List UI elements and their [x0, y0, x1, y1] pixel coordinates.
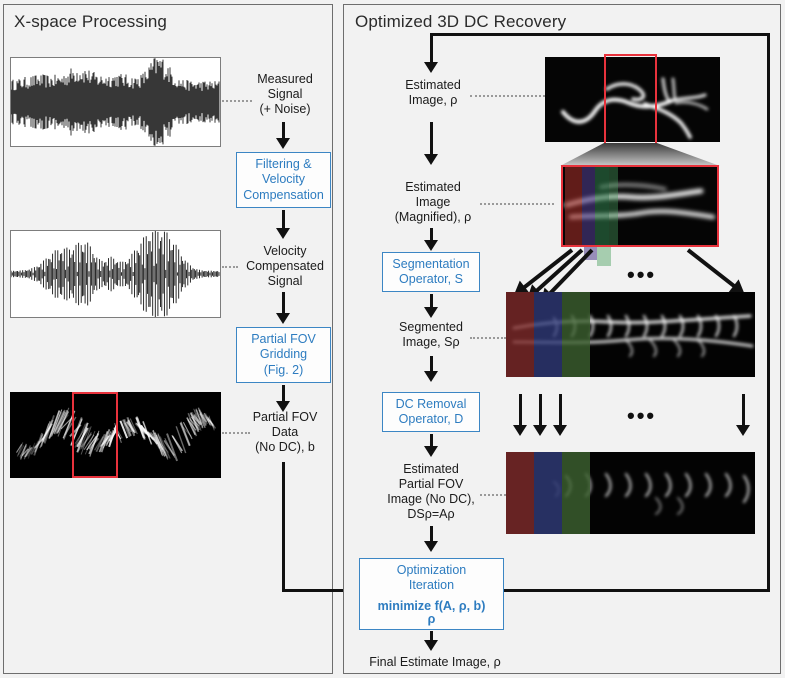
- segmented-image: [506, 292, 755, 377]
- dc-arrow-head-2: [533, 425, 547, 436]
- arrow-head-velocity-to-gridding: [276, 313, 290, 324]
- left-panel-title: X-space Processing: [14, 12, 167, 31]
- arrow-head-measured-to-filtering: [276, 138, 290, 149]
- arrow-head-dcremoval-to-estimatedpfov: [424, 446, 438, 457]
- feedback-loop-down-to-estimated: [430, 33, 433, 65]
- dc-arrow-head-last: [736, 425, 750, 436]
- arrow-head-magnified-to-segmentation: [424, 240, 438, 251]
- arrow-head-optimization-to-final: [424, 640, 438, 651]
- arrow-shaft-estimated-to-magnified: [430, 122, 433, 158]
- label-estimated-image-magnified: Estimated Image (Magnified), ρ: [394, 180, 472, 224]
- slab-arrows-ellipsis: •••: [627, 262, 657, 287]
- magnifier-trapezoid-svg: [560, 143, 720, 166]
- dotted-connector-estimated: [470, 95, 545, 97]
- optimization-line-4: ρ: [427, 612, 436, 627]
- feedback-loop-right: [767, 33, 770, 591]
- dc-arrow-shaft-3: [559, 394, 562, 429]
- figure-root: X-space Processing {} Measured Signal (+…: [0, 0, 785, 678]
- dc-arrow-shaft-1: [519, 394, 522, 429]
- dc-removed-slabs-svg: [506, 452, 755, 534]
- estimated-image-red-highlight: [604, 54, 657, 145]
- filtering-velocity-box[interactable]: Filtering & Velocity Compensation: [236, 152, 331, 208]
- arrow-head-filtering-to-velocity: [276, 228, 290, 239]
- optimization-iteration-box[interactable]: Optimization Iteration minimize f(A, ρ, …: [359, 558, 504, 630]
- partial-fov-red-highlight: [72, 392, 118, 478]
- dc-removed-image: [506, 452, 755, 534]
- label-velocity-compensated: Velocity Compensated Signal: [246, 244, 324, 288]
- noisy-waveform-svg: {}: [11, 58, 220, 146]
- dc-arrows-ellipsis: •••: [627, 403, 657, 428]
- arrow-head-estimatedpfov-to-optimization: [424, 541, 438, 552]
- dotted-connector-segmented: [470, 337, 506, 339]
- arrow-head-gridding-to-data: [276, 401, 290, 412]
- label-measured-signal: Measured Signal (+ Noise): [257, 72, 313, 116]
- label-estimated-partial-fov: Estimated Partial FOV Image (No DC), DSρ…: [387, 462, 475, 521]
- dc-arrow-head-3: [553, 425, 567, 436]
- measured-signal-plot: {}: [10, 57, 221, 147]
- dc-removal-operator-box[interactable]: DC Removal Operator, D: [382, 392, 480, 432]
- right-panel-title: Optimized 3D DC Recovery: [355, 12, 567, 31]
- arrow-head-estimated-to-magnified: [424, 154, 438, 165]
- label-estimated-image: Estimated Image, ρ: [405, 78, 461, 107]
- dc-arrow-shaft-2: [539, 394, 542, 429]
- arrow-head-segmented-to-dcremoval: [424, 371, 438, 382]
- dotted-connector-magnified: [480, 203, 554, 205]
- partial-fov-gridding-box[interactable]: Partial FOV Gridding (Fig. 2): [236, 327, 331, 383]
- b-path-vertical: [282, 462, 285, 592]
- label-segmented-image: Segmented Image, Sρ: [399, 320, 463, 349]
- segmentation-operator-box[interactable]: Segmentation Operator, S: [382, 252, 480, 292]
- magnified-image-red-frame: [561, 165, 719, 247]
- dotted-connector-estimated-pfov: [480, 494, 506, 496]
- segmented-slabs-svg: [506, 292, 755, 377]
- optimization-line-1: Optimization: [396, 562, 467, 577]
- feedback-loop-bottom: [504, 589, 770, 592]
- label-final-estimate: Final Estimate Image, ρ: [369, 655, 501, 669]
- dc-arrow-head-1: [513, 425, 527, 436]
- feedback-loop-arrowhead: [424, 62, 438, 73]
- slab-tab-green: [597, 247, 611, 266]
- magnifier-trapezoid: [560, 143, 720, 166]
- label-partial-fov-data: Partial FOV Data (No DC), b: [252, 410, 318, 454]
- dc-arrow-shaft-last: [742, 394, 745, 429]
- optimization-line-2: Iteration: [408, 578, 455, 593]
- velocity-compensated-plot: [10, 230, 221, 318]
- arrow-head-segmentation-to-segmented: [424, 307, 438, 318]
- feedback-loop-top: [430, 33, 770, 36]
- enveloped-waveform-svg: [11, 231, 220, 317]
